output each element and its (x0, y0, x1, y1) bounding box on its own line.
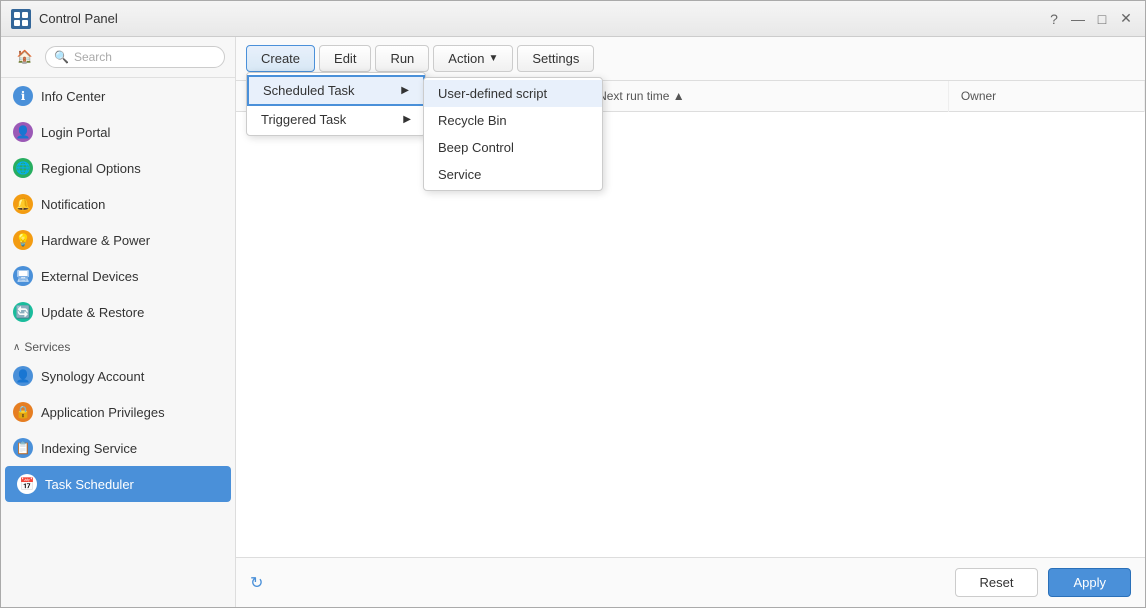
action-label: Action (448, 51, 484, 66)
application-privileges-label: Application Privileges (41, 405, 165, 420)
sidebar-item-synology-account[interactable]: 👤 Synology Account (1, 358, 235, 394)
sidebar-item-info-center[interactable]: ℹ Info Center (1, 78, 235, 114)
edit-button[interactable]: Edit (319, 45, 371, 72)
toolbar: Create Scheduled Task ▶ User-defined scr… (236, 37, 1145, 81)
app-icon (11, 9, 31, 29)
task-scheduler-icon: 📅 (17, 474, 37, 494)
refresh-button[interactable]: ↻ (250, 573, 263, 593)
login-portal-icon: 👤 (13, 122, 33, 142)
indexing-service-label: Indexing Service (41, 441, 137, 456)
create-dropdown-menu: Scheduled Task ▶ User-defined script Rec… (246, 72, 426, 136)
triggered-task-submenu-arrow: ▶ (403, 114, 411, 125)
info-center-icon: ℹ (13, 86, 33, 106)
task-scheduler-label: Task Scheduler (45, 477, 134, 492)
create-button[interactable]: Create (246, 45, 315, 72)
beep-control-item[interactable]: Beep Control (424, 134, 602, 161)
apply-button[interactable]: Apply (1048, 568, 1131, 597)
hardware-power-icon: 💡 (13, 230, 33, 250)
minimize-button[interactable]: — (1069, 10, 1087, 28)
home-icon: 🏠 (17, 49, 33, 65)
owner-header-label: Owner (961, 89, 996, 103)
service-label: Service (438, 167, 481, 182)
settings-button[interactable]: Settings (517, 45, 594, 72)
main-content: Create Scheduled Task ▶ User-defined scr… (236, 37, 1145, 607)
services-chevron: ∧ (13, 342, 20, 353)
external-devices-icon: 🖥 (13, 266, 33, 286)
action-dropdown-arrow: ▼ (488, 53, 498, 64)
user-defined-script-label: User-defined script (438, 86, 547, 101)
external-devices-label: External Devices (41, 269, 139, 284)
run-button[interactable]: Run (375, 45, 429, 72)
footer: ↻ Reset Apply (236, 557, 1145, 607)
window-title: Control Panel (39, 11, 1037, 26)
sidebar-search-area: 🏠 🔍 (1, 37, 235, 78)
service-item[interactable]: Service (424, 161, 602, 188)
help-button[interactable]: ? (1045, 10, 1063, 28)
services-label: Services (24, 340, 70, 354)
update-restore-label: Update & Restore (41, 305, 144, 320)
control-panel-window: Control Panel ? — □ ✕ 🏠 🔍 (0, 0, 1146, 608)
regional-options-label: Regional Options (41, 161, 141, 176)
reset-button[interactable]: Reset (955, 568, 1039, 597)
regional-options-icon: 🌐 (13, 158, 33, 178)
scheduled-task-submenu-arrow: ▶ (401, 85, 409, 96)
sidebar-item-update-restore[interactable]: 🔄 Update & Restore (1, 294, 235, 330)
sidebar-item-regional-options[interactable]: 🌐 Regional Options (1, 150, 235, 186)
triggered-task-menu-item[interactable]: Triggered Task ▶ (247, 106, 425, 133)
maximize-button[interactable]: □ (1093, 10, 1111, 28)
sidebar-item-external-devices[interactable]: 🖥 External Devices (1, 258, 235, 294)
recycle-bin-item[interactable]: Recycle Bin (424, 107, 602, 134)
application-privileges-icon: 🔒 (13, 402, 33, 422)
sidebar-item-indexing-service[interactable]: 📋 Indexing Service (1, 430, 235, 466)
synology-account-icon: 👤 (13, 366, 33, 386)
services-section-header[interactable]: ∧ Services (1, 330, 235, 358)
action-button[interactable]: Action ▼ (433, 45, 513, 72)
synology-account-label: Synology Account (41, 369, 144, 384)
scheduled-task-label: Scheduled Task (263, 83, 355, 98)
user-defined-script-item[interactable]: User-defined script (424, 80, 602, 107)
update-restore-icon: 🔄 (13, 302, 33, 322)
login-portal-label: Login Portal (41, 125, 110, 140)
sidebar-item-application-privileges[interactable]: 🔒 Application Privileges (1, 394, 235, 430)
indexing-service-icon: 📋 (13, 438, 33, 458)
sidebar-item-login-portal[interactable]: 👤 Login Portal (1, 114, 235, 150)
hardware-power-label: Hardware & Power (41, 233, 150, 248)
window-controls: ? — □ ✕ (1045, 10, 1135, 28)
owner-column-header: Owner (948, 81, 1144, 112)
close-button[interactable]: ✕ (1117, 10, 1135, 28)
beep-control-label: Beep Control (438, 140, 514, 155)
sidebar: 🏠 🔍 ℹ Info Center 👤 Login Portal 🌐 (1, 37, 236, 607)
search-input[interactable] (74, 50, 216, 64)
triggered-task-label: Triggered Task (261, 112, 346, 127)
sidebar-item-notification[interactable]: 🔔 Notification (1, 186, 235, 222)
recycle-bin-label: Recycle Bin (438, 113, 507, 128)
search-icon: 🔍 (54, 50, 69, 64)
scheduled-task-submenu: User-defined script Recycle Bin Beep Con… (423, 77, 603, 191)
title-bar: Control Panel ? — □ ✕ (1, 1, 1145, 37)
scheduled-task-menu-item[interactable]: Scheduled Task ▶ User-defined script Rec… (247, 75, 425, 106)
sidebar-item-task-scheduler[interactable]: 📅 Task Scheduler (5, 466, 231, 502)
window-body: 🏠 🔍 ℹ Info Center 👤 Login Portal 🌐 (1, 37, 1145, 607)
search-box: 🔍 (45, 46, 225, 68)
notification-icon: 🔔 (13, 194, 33, 214)
sidebar-item-hardware-power[interactable]: 💡 Hardware & Power (1, 222, 235, 258)
notification-label: Notification (41, 197, 105, 212)
next-run-time-header-label: Next run time ▲ (598, 89, 685, 103)
info-center-label: Info Center (41, 89, 105, 104)
create-dropdown-container: Create Scheduled Task ▶ User-defined scr… (246, 45, 315, 72)
next-run-time-column-header[interactable]: Next run time ▲ (586, 81, 949, 112)
sidebar-home-button[interactable]: 🏠 (11, 45, 39, 69)
table-area: Task Action Next run time ▲ Owner (236, 81, 1145, 557)
